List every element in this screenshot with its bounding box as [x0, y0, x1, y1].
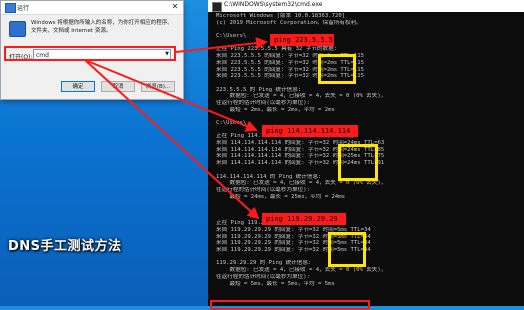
arrow-to-ping-3: [84, 59, 260, 220]
caption: DNS手工测试方法: [8, 239, 122, 254]
arrow-to-ping-2: [84, 59, 258, 132]
arrow-to-ping-1: [175, 37, 268, 53]
annotation-arrows: [84, 37, 268, 220]
